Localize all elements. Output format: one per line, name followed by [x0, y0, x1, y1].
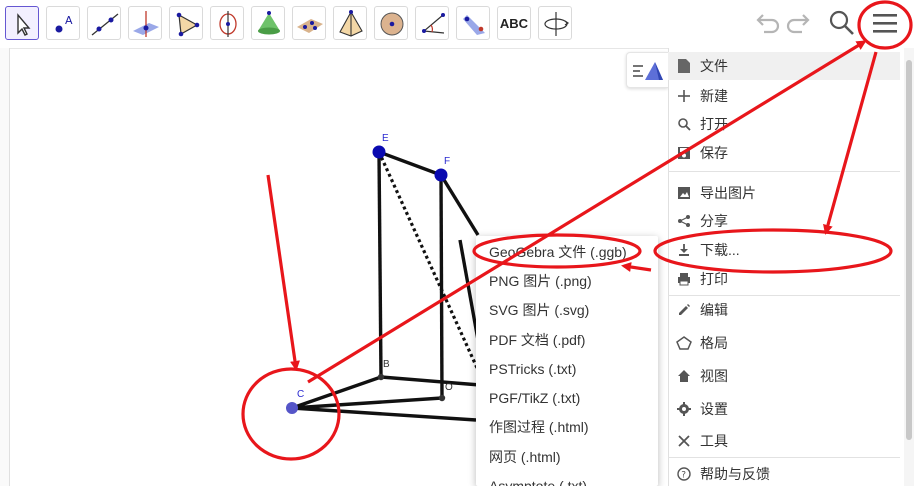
share-icon [668, 207, 700, 235]
angle-tool-button[interactable] [415, 6, 449, 40]
redo-button[interactable] [782, 6, 816, 40]
pyramid-icon [339, 10, 363, 37]
help-icon: ? [668, 460, 700, 486]
gear-icon [668, 395, 700, 423]
left-panel-edge [0, 48, 10, 486]
download-pgf-tikz[interactable]: PGF/TikZ (.txt) [476, 384, 658, 413]
menu-item-new[interactable]: 新建 [668, 82, 900, 110]
menu-item-save[interactable]: 保存 [668, 139, 900, 167]
menu-item-open[interactable]: 打开 [668, 110, 900, 138]
perpendicular-line-icon [133, 11, 159, 37]
label-b: B [383, 359, 390, 370]
main-menu-button[interactable] [868, 6, 902, 40]
angle-icon [422, 13, 445, 34]
polygon-icon [176, 12, 200, 37]
menu-separator [668, 171, 900, 172]
menu-item-view[interactable]: 视图 [668, 362, 900, 390]
tools-icon [668, 427, 700, 455]
menu-separator [668, 457, 900, 458]
undo-button[interactable] [750, 6, 784, 40]
menu-item-settings[interactable]: 设置 [668, 395, 900, 423]
menu-item-print[interactable]: 打印 [668, 265, 900, 293]
home-icon [668, 362, 700, 390]
perpendicular-tool-button[interactable] [128, 6, 162, 40]
sphere-tool-button[interactable] [374, 6, 408, 40]
cone-tool-button[interactable] [251, 6, 285, 40]
sphere-icon [380, 12, 404, 36]
save-icon [668, 139, 700, 167]
download-icon [668, 236, 700, 264]
text-icon: ABC [499, 16, 529, 31]
point-icon: A [55, 14, 73, 33]
menu-item-perspectives[interactable]: 格局 [668, 329, 900, 357]
reflect-plane-icon [463, 15, 485, 35]
view-toggle-icon [633, 62, 663, 80]
menu-item-tools[interactable]: 工具 [668, 427, 900, 455]
geogebra-app: A ABC E F B O C 文件 新建 打开 保存 导出图片 分享 下载..… [0, 0, 914, 486]
menu-item-download[interactable]: 下载... [668, 236, 900, 264]
circle-axis-icon [219, 11, 237, 37]
search-icon [829, 10, 854, 35]
image-icon [668, 179, 700, 207]
plus-icon [668, 82, 700, 110]
download-pdf[interactable]: PDF 文档 (.pdf) [476, 326, 658, 355]
menu-item-file[interactable]: 文件 [668, 52, 900, 80]
download-webpage[interactable]: 网页 (.html) [476, 443, 658, 472]
perspectives-icon [668, 329, 700, 357]
point-tool-button[interactable]: A [46, 6, 80, 40]
print-icon [668, 265, 700, 293]
text-tool-button[interactable]: ABC [497, 6, 531, 40]
search-button[interactable] [825, 6, 859, 40]
download-ggb[interactable]: GeoGebra 文件 (.ggb) [476, 238, 658, 267]
label-e: E [382, 133, 389, 144]
download-submenu: GeoGebra 文件 (.ggb) PNG 图片 (.png) SVG 图片 … [476, 236, 658, 486]
undo-icon [756, 14, 780, 34]
circle-axis-tool-button[interactable] [210, 6, 244, 40]
move-tool-button[interactable] [5, 6, 39, 40]
label-c: C [297, 389, 305, 400]
download-construction-protocol[interactable]: 作图过程 (.html) [476, 413, 658, 442]
menu-item-export-image[interactable]: 导出图片 [668, 179, 900, 207]
label-f: F [444, 156, 451, 167]
menu-item-share[interactable]: 分享 [668, 207, 900, 235]
label-o: O [445, 382, 453, 393]
download-png[interactable]: PNG 图片 (.png) [476, 267, 658, 296]
menu-scrollbar-thumb[interactable] [906, 60, 912, 440]
plane-points-icon [297, 19, 323, 33]
polygon-tool-button[interactable] [169, 6, 203, 40]
menu-item-edit[interactable]: 编辑 [668, 296, 900, 324]
download-pstricks[interactable]: PSTricks (.txt) [476, 355, 658, 384]
redo-icon [786, 14, 810, 34]
reflect-tool-button[interactable] [456, 6, 490, 40]
move-arrow-icon [17, 13, 31, 36]
line-icon [91, 13, 119, 36]
rotate-view-tool-button[interactable] [538, 6, 572, 40]
cone-plane-icon [258, 11, 280, 35]
rotate-view-icon [544, 12, 570, 36]
hamburger-menu-icon [873, 14, 897, 33]
pencil-icon [668, 296, 700, 324]
toolbar: A ABC [0, 0, 914, 48]
svg-text:A: A [65, 14, 73, 27]
style-bar-toggle[interactable] [626, 52, 668, 88]
svg-text:?: ? [681, 471, 686, 481]
line-tool-button[interactable] [87, 6, 121, 40]
pyramid-tool-button[interactable] [333, 6, 367, 40]
plane-tool-button[interactable] [292, 6, 326, 40]
search-icon [668, 110, 700, 138]
download-svg[interactable]: SVG 图片 (.svg) [476, 296, 658, 325]
file-icon [668, 52, 700, 80]
download-asymptote[interactable]: Asymptote (.txt) [476, 472, 658, 486]
menu-item-help[interactable]: ? 帮助与反馈 [668, 460, 900, 486]
